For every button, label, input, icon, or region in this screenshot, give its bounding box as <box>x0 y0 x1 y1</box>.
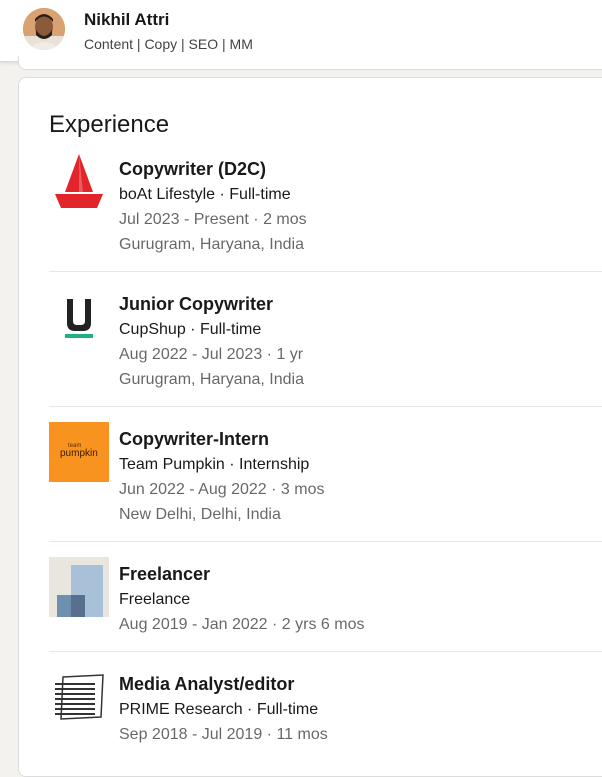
experience-dates: Sep 2018 - Jul 2019 · 11 mos <box>119 726 328 743</box>
avatar-photo-icon <box>23 8 65 50</box>
divider <box>49 406 602 407</box>
experience-dates: Jun 2022 - Aug 2022 · 3 mos <box>119 481 325 498</box>
experience-title[interactable]: Junior Copywriter <box>119 294 273 315</box>
sticky-profile-header: Nikhil Attri Content | Copy | SEO | MM <box>0 0 602 62</box>
profile-headline: Content | Copy | SEO | MM <box>84 36 253 52</box>
experience-dates: Aug 2019 - Jan 2022 · 2 yrs 6 mos <box>119 616 365 633</box>
experience-title[interactable]: Copywriter (D2C) <box>119 159 266 180</box>
experience-company: Freelance <box>119 591 191 608</box>
experience-company: boAt Lifestyle · Full-time <box>119 186 291 203</box>
section-title: Experience <box>49 111 170 138</box>
profile-name: Nikhil Attri <box>84 10 170 29</box>
experience-title[interactable]: Copywriter-Intern <box>119 429 269 450</box>
avatar[interactable] <box>23 8 65 50</box>
experience-company: PRIME Research · Full-time <box>119 701 319 718</box>
divider <box>49 541 602 542</box>
team-pumpkin-logo-icon[interactable]: team pumpkin <box>49 422 109 482</box>
experience-location: Gurugram, Haryana, India <box>119 236 304 253</box>
logo-text: pumpkin <box>60 448 98 459</box>
previous-section-card <box>18 56 602 70</box>
experience-company: CupShup · Full-time <box>119 321 262 338</box>
prime-research-logo-icon[interactable] <box>49 667 109 727</box>
experience-title[interactable]: Freelancer <box>119 564 210 585</box>
experience-location: New Delhi, Delhi, India <box>119 506 281 523</box>
experience-dates: Aug 2022 - Jul 2023 · 1 yr <box>119 346 304 363</box>
default-company-logo-icon[interactable] <box>49 557 109 617</box>
experience-company: Team Pumpkin · Internship <box>119 456 310 473</box>
experience-dates: Jul 2023 - Present · 2 mos <box>119 211 307 228</box>
boat-logo-icon[interactable] <box>49 152 109 212</box>
divider <box>49 651 602 652</box>
experience-location: Gurugram, Haryana, India <box>119 371 304 388</box>
experience-title[interactable]: Media Analyst/editor <box>119 674 294 695</box>
cupshup-logo-icon[interactable] <box>49 287 109 347</box>
divider <box>49 271 602 272</box>
